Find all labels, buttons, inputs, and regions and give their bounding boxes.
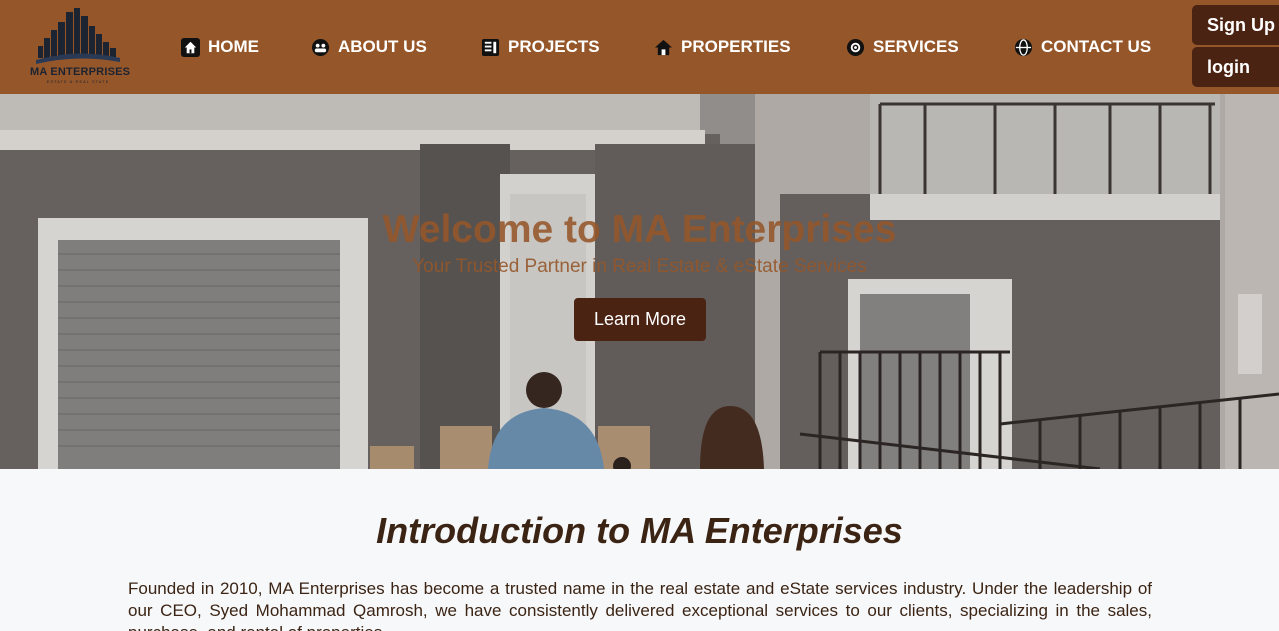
hero-background-image: [0, 94, 1279, 469]
brand-logo[interactable]: MA ENTERPRISES ESTATE & REAL STATE: [30, 8, 131, 86]
hero-banner: Welcome to MA Enterprises Your Trusted P…: [0, 94, 1279, 469]
nav-contact-us[interactable]: CONTACT US: [1014, 36, 1151, 58]
services-icon: [846, 38, 865, 57]
projects-icon: [481, 38, 500, 57]
nav-services-label: SERVICES: [873, 37, 959, 56]
nav-about-us-label: ABOUT US: [338, 37, 427, 56]
nav-home-label: HOME: [208, 37, 259, 56]
nav-properties-label: PROPERTIES: [681, 37, 791, 56]
nav-contact-us-label: CONTACT US: [1041, 37, 1152, 56]
site-header: MA ENTERPRISES ESTATE & REAL STATE HOME …: [0, 0, 1279, 94]
people-icon: [311, 38, 330, 57]
nav-properties[interactable]: PROPERTIES: [654, 36, 791, 58]
intro-title: Introduction to MA Enterprises: [376, 510, 903, 551]
nav-about-us[interactable]: ABOUT US: [311, 36, 427, 58]
brand-tagline: ESTATE & REAL STATE: [46, 79, 110, 84]
globe-icon: [1014, 38, 1033, 57]
login-button[interactable]: login: [1192, 47, 1279, 87]
nav-projects[interactable]: PROJECTS: [481, 36, 600, 58]
hero-subtitle: Your Trusted Partner in Real Estate & eS…: [412, 256, 867, 277]
brand-name: MA ENTERPRISES: [30, 66, 131, 78]
city-skyline-icon: [36, 8, 120, 64]
learn-more-button[interactable]: Learn More: [574, 298, 706, 341]
nav-projects-label: PROJECTS: [508, 37, 600, 56]
house-icon: [654, 38, 673, 57]
nav-home[interactable]: HOME: [181, 36, 259, 58]
intro-paragraph: Founded in 2010, MA Enterprises has beco…: [128, 579, 1152, 631]
home-icon: [181, 37, 200, 57]
hero-title: Welcome to MA Enterprises: [382, 208, 897, 251]
signup-button[interactable]: Sign Up: [1192, 5, 1279, 45]
nav-services[interactable]: SERVICES: [846, 36, 959, 58]
